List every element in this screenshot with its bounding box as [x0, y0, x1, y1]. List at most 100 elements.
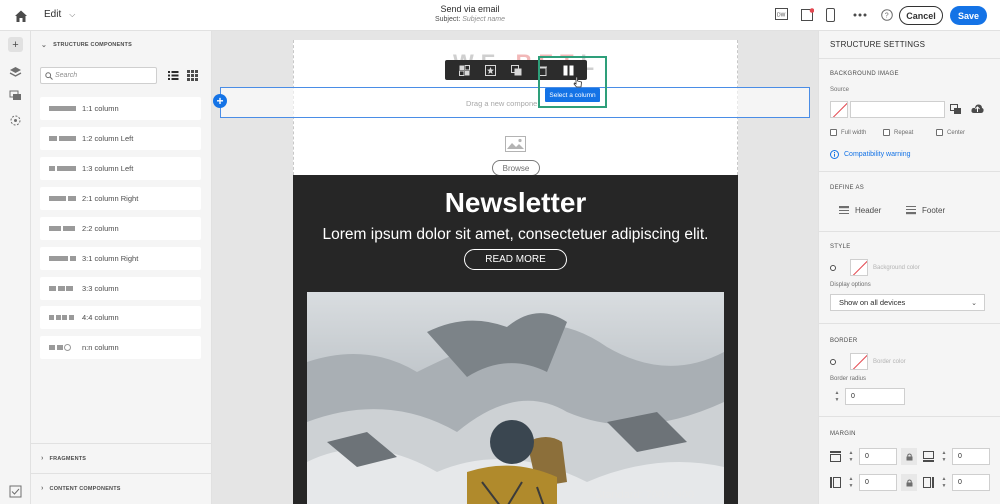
margin-lock-button[interactable]	[901, 448, 917, 465]
upload-icon[interactable]	[971, 103, 984, 115]
background-color-swatch[interactable]	[850, 259, 868, 276]
component-3-3-column[interactable]: 3:3 column	[40, 277, 201, 300]
border-radius-value: 0	[851, 393, 855, 400]
newsletter-title[interactable]: Newsletter	[293, 187, 738, 219]
divider	[819, 231, 1000, 232]
more-options-icon[interactable]	[853, 13, 867, 17]
component-label: 3:1 column Right	[82, 254, 139, 263]
read-more-button[interactable]: READ MORE	[464, 249, 567, 270]
compatibility-warning-link[interactable]: Compatibility warning	[830, 150, 911, 159]
margin-left-stepper[interactable]: ▲ ▼	[846, 474, 856, 491]
list-view-icon[interactable]	[167, 69, 180, 82]
background-color-placeholder: Background color	[873, 265, 920, 271]
subject-placeholder[interactable]: Subject name	[462, 16, 505, 23]
layers-icon[interactable]	[8, 65, 23, 80]
home-icon[interactable]	[13, 8, 29, 24]
component-2-2-column[interactable]: 2:2 column	[40, 217, 201, 240]
border-color-swatch[interactable]	[850, 353, 868, 370]
fragments-header[interactable]: › FRAGMENTS	[41, 455, 86, 462]
newsletter-subtitle[interactable]: Lorem ipsum dolor sit amet, consectetuer…	[293, 226, 738, 244]
define-footer-option[interactable]: Footer	[906, 206, 945, 215]
column-layout-icon	[40, 226, 80, 231]
edit-menu[interactable]: Edit ⌵	[44, 9, 75, 20]
add-structure-button[interactable]: +	[213, 94, 227, 108]
style-header: STYLE	[830, 244, 851, 250]
save-button[interactable]: Save	[950, 6, 987, 25]
cursor-icon	[573, 76, 582, 88]
header-option-label: Header	[855, 206, 882, 215]
duplicate-icon[interactable]	[510, 64, 522, 76]
search-icon	[45, 71, 53, 80]
margin-top-input[interactable]: 0	[859, 448, 897, 465]
subject-label: Subject:	[434, 16, 461, 23]
column-layout-icon	[40, 106, 80, 111]
compatibility-link-text: Compatibility warning	[844, 151, 911, 158]
component-1-1-column[interactable]: 1:1 column	[40, 97, 201, 120]
component-label: 3:3 column	[82, 284, 119, 293]
component-1-2-column-left[interactable]: 1:2 column Left	[40, 127, 201, 150]
svg-text:DW: DW	[777, 13, 786, 19]
mobile-preview-icon[interactable]	[826, 8, 835, 22]
define-header-option[interactable]: Header	[839, 206, 881, 215]
hero-image[interactable]	[307, 292, 724, 504]
component-label: n:n column	[82, 343, 119, 352]
content-components-header[interactable]: › CONTENT COMPONENTS	[41, 485, 121, 492]
component-n-n-column[interactable]: n:n column	[40, 336, 201, 359]
help-icon[interactable]: ?	[881, 9, 893, 21]
lock-icon	[906, 453, 912, 460]
drop-zone[interactable]: Drag a new compone	[220, 87, 810, 118]
border-color-radio[interactable]	[830, 359, 836, 365]
desktop-preview-icon[interactable]	[801, 8, 814, 22]
chevron-down-icon: ⌄	[41, 42, 48, 49]
component-1-3-column-left[interactable]: 1:3 column Left	[40, 157, 201, 180]
border-radius-stepper[interactable]: ▲ ▼	[832, 388, 842, 405]
margin-left-input[interactable]: 0	[859, 474, 897, 491]
component-3-1-column-right[interactable]: 3:1 column Right	[40, 247, 201, 270]
favorite-icon[interactable]	[484, 64, 496, 76]
full-width-checkbox[interactable]: Full width	[830, 129, 866, 136]
component-4-4-column[interactable]: 4:4 column	[40, 306, 201, 329]
repeat-checkbox[interactable]: Repeat	[883, 129, 913, 136]
component-label: 2:1 column Right	[82, 194, 139, 203]
add-components-icon[interactable]: +	[8, 37, 23, 52]
cancel-button[interactable]: Cancel	[899, 6, 943, 25]
newsletter-block[interactable]: Newsletter Lorem ipsum dolor sit amet, c…	[293, 175, 738, 504]
background-color-radio[interactable]	[830, 265, 836, 271]
search-input[interactable]: Search	[40, 67, 157, 84]
validation-icon[interactable]	[8, 484, 23, 499]
margin-lock-button[interactable]	[901, 474, 917, 491]
component-label: 1:1 column	[82, 104, 119, 113]
component-label: 1:3 column Left	[82, 164, 134, 173]
margin-right-stepper[interactable]: ▲ ▼	[939, 474, 949, 491]
browse-button[interactable]: Browse	[492, 160, 540, 176]
center-checkbox[interactable]: Center	[936, 129, 965, 136]
margin-bottom-stepper[interactable]: ▲ ▼	[939, 448, 949, 465]
define-as-header: DEFINE AS	[830, 185, 865, 191]
html-source-icon[interactable]: DW	[775, 8, 788, 21]
source-input[interactable]	[850, 101, 945, 118]
chevron-right-icon: ›	[41, 485, 44, 492]
layout-icon[interactable]	[458, 64, 470, 76]
divider	[819, 416, 1000, 417]
margin-bottom-input[interactable]: 0	[952, 448, 990, 465]
column-layout-icon	[40, 344, 80, 351]
assets-icon[interactable]	[8, 88, 23, 103]
settings-title: STRUCTURE SETTINGS	[830, 40, 926, 49]
margin-top-stepper[interactable]: ▲ ▼	[846, 448, 856, 465]
margin-top-icon	[830, 451, 841, 462]
grid-view-icon[interactable]	[186, 69, 199, 82]
component-2-1-column-right[interactable]: 2:1 column Right	[40, 187, 201, 210]
divider	[31, 473, 212, 474]
background-image-swatch[interactable]	[830, 101, 848, 118]
personalization-icon[interactable]	[8, 113, 23, 128]
left-icon-rail: +	[0, 31, 31, 504]
margin-right-icon	[923, 477, 934, 488]
column-layout-icon	[40, 315, 80, 320]
display-options-select[interactable]: Show on all devices ⌄	[830, 294, 985, 311]
browse-assets-icon[interactable]	[950, 104, 962, 115]
margin-left-icon	[830, 477, 841, 488]
structure-components-header[interactable]: ⌄ STRUCTURE COMPONENTS	[41, 41, 132, 49]
border-radius-input[interactable]: 0	[845, 388, 905, 405]
repeat-label: Repeat	[894, 129, 914, 136]
margin-right-input[interactable]: 0	[952, 474, 990, 491]
